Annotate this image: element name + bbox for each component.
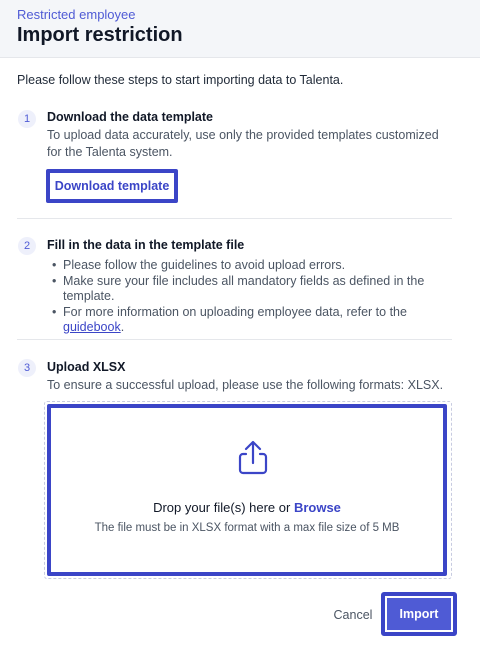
list-item: Please follow the guidelines to avoid up… bbox=[52, 258, 452, 274]
divider bbox=[17, 218, 452, 219]
file-dropzone[interactable]: Drop your file(s) here or Browse The fil… bbox=[47, 404, 447, 576]
step-title-2: Fill in the data in the template file bbox=[47, 238, 245, 252]
step-number-3: 3 bbox=[18, 359, 36, 377]
import-button[interactable]: Import bbox=[381, 592, 457, 636]
divider bbox=[17, 339, 452, 340]
upload-icon bbox=[238, 440, 268, 475]
step-number-2: 2 bbox=[18, 237, 36, 255]
page-title: Import restriction bbox=[17, 24, 183, 46]
step-description-1: To upload data accurately, use only the … bbox=[47, 128, 439, 159]
step-title-3: Upload XLSX bbox=[47, 360, 126, 374]
step-number-1: 1 bbox=[18, 110, 36, 128]
intro-text: Please follow these steps to start impor… bbox=[17, 73, 344, 87]
step-description-3: To ensure a successful upload, please us… bbox=[47, 378, 444, 392]
download-template-button[interactable]: Download template bbox=[46, 169, 178, 203]
list-item: Make sure your file includes all mandato… bbox=[52, 274, 452, 305]
modal-header: Restricted employee Import restriction bbox=[0, 0, 480, 58]
dropzone-hint: The file must be in XLSX format with a m… bbox=[94, 522, 400, 534]
breadcrumb[interactable]: Restricted employee bbox=[17, 7, 136, 22]
dropzone-text: Drop your file(s) here or Browse bbox=[153, 500, 341, 515]
cancel-button[interactable]: Cancel bbox=[330, 606, 376, 624]
guideline-list: Please follow the guidelines to avoid up… bbox=[52, 258, 452, 336]
step-title-1: Download the data template bbox=[47, 110, 213, 124]
guidebook-link[interactable]: guidebook bbox=[63, 320, 121, 334]
browse-link[interactable]: Browse bbox=[294, 500, 341, 515]
list-item: For more information on uploading employ… bbox=[52, 305, 452, 336]
